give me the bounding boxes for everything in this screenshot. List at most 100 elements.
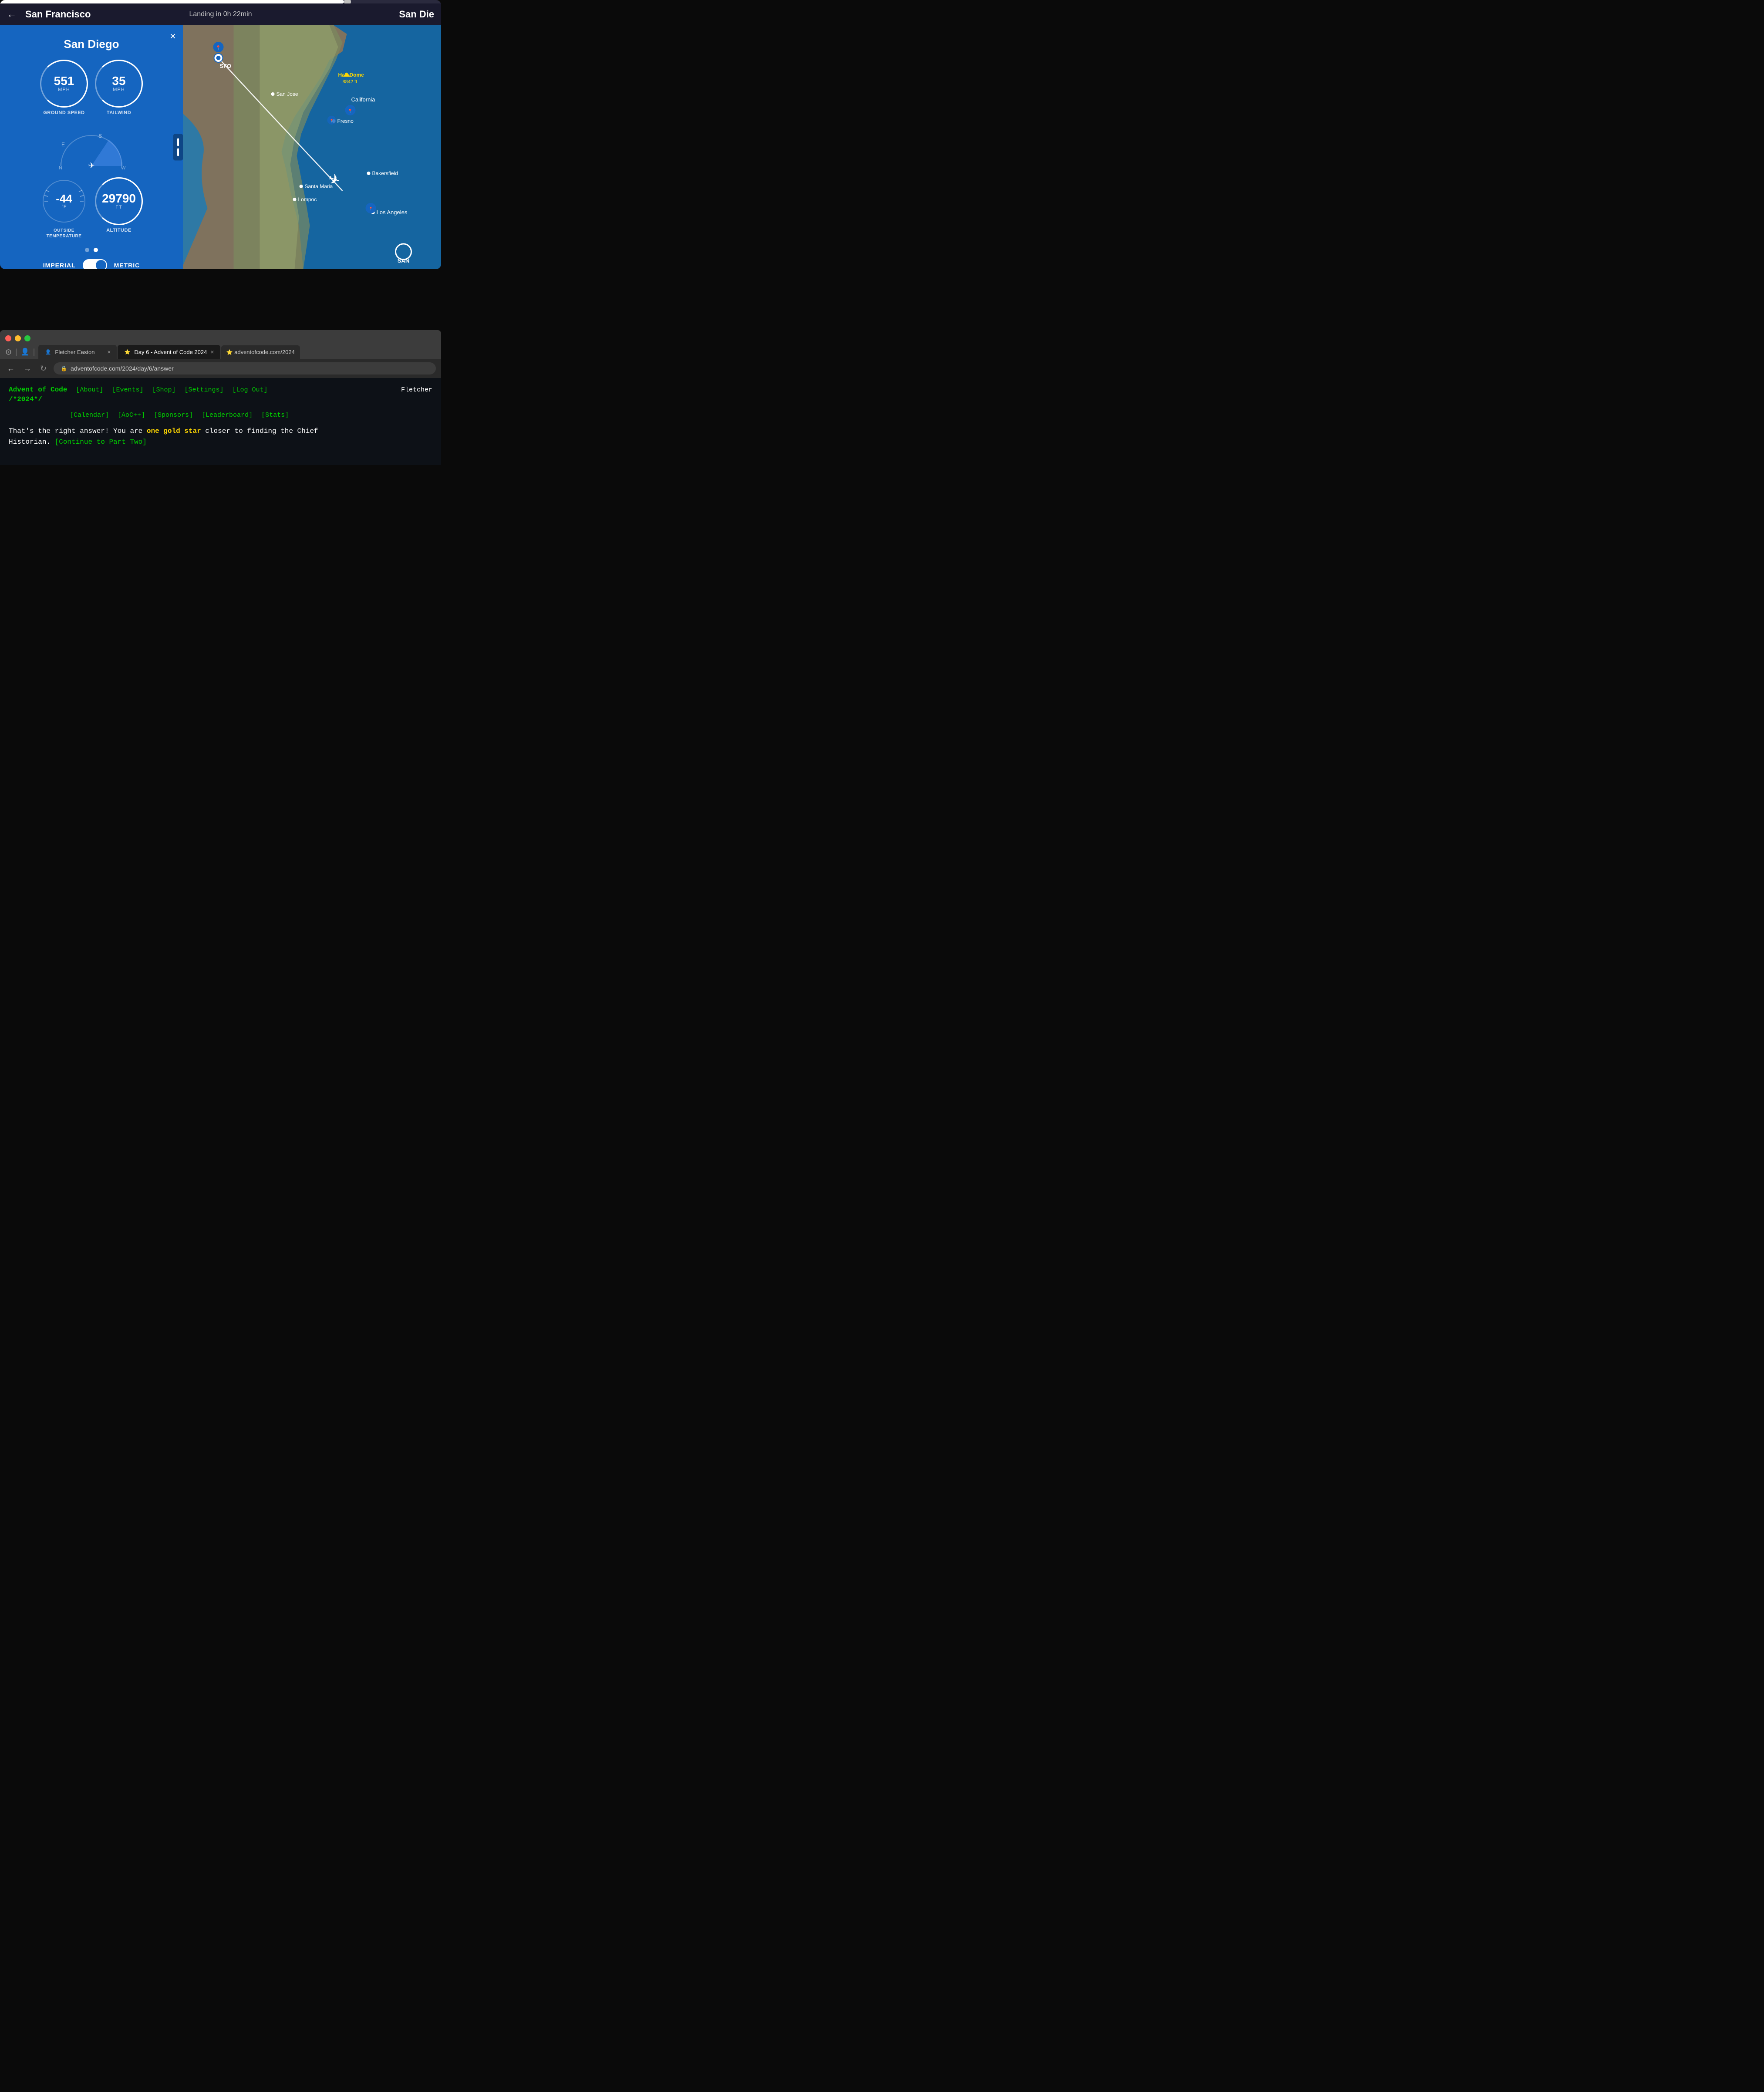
tab-1-close[interactable]: × [107, 348, 111, 355]
nav-forward-button[interactable]: → [22, 363, 33, 374]
svg-text:SAN: SAN [398, 257, 409, 264]
svg-text:E: E [61, 142, 65, 148]
nav-leaderboard[interactable]: [Leaderboard] [202, 412, 253, 419]
svg-text:N: N [59, 165, 62, 170]
address-bar-row: ← → ↻ 🔒 adventofcode.com/2024/day/6/answ… [0, 359, 441, 378]
profile-icon[interactable]: 👤 [21, 348, 30, 356]
speed-gauges-row: 551 MPH GROUND SPEED 35 MPH TAILWIND [40, 60, 143, 115]
dot-1[interactable] [85, 248, 89, 252]
site-brand: Advent of Code /*2024*/ [9, 385, 67, 405]
progress-bar-container [0, 0, 441, 3]
svg-text:California: California [351, 96, 376, 103]
site-nav-row-2: [Calendar] [AoC++] [Sponsors] [Leaderboa… [9, 412, 432, 419]
tab-overflow[interactable]: ⭐ adventofcode.com/2024 [221, 345, 300, 359]
altitude-value: 29790 [102, 192, 136, 205]
nav-aocpp[interactable]: [AoC++] [118, 412, 145, 419]
altitude-gauge: 29790 FT ALTITUDE [95, 177, 143, 239]
browser-chrome: ⊙ | 👤 | 👤 Fletcher Easton × ⭐ Day 6 - Ad… [0, 330, 441, 359]
nav-back-button[interactable]: ← [5, 363, 17, 374]
svg-text:SFO: SFO [220, 63, 232, 69]
traffic-light-red[interactable] [5, 335, 11, 341]
nav-calendar[interactable]: [Calendar] [70, 412, 109, 419]
svg-text:8842 ft: 8842 ft [343, 79, 358, 84]
tab-1-label: Fletcher Easton [55, 349, 104, 355]
browser-window: ⊙ | 👤 | 👤 Fletcher Easton × ⭐ Day 6 - Ad… [0, 330, 441, 465]
temperature-gauge: -44 °F OUTSIDETEMPERATURE [40, 177, 88, 239]
compass: E S ✈ N W [52, 122, 131, 170]
tailwind-label: TAILWIND [107, 110, 131, 115]
browser-toolbar: ⊙ | 👤 | 👤 Fletcher Easton × ⭐ Day 6 - Ad… [5, 345, 436, 359]
separator-2: | [33, 348, 35, 357]
pause-button[interactable] [173, 134, 183, 161]
nav-refresh-button[interactable]: ↻ [38, 363, 48, 374]
flight-header: ← San Francisco Landing in 0h 22min San … [0, 3, 441, 25]
traffic-lights [5, 334, 436, 341]
nav-settings[interactable]: [Settings] [184, 386, 223, 394]
altitude-gauge-circle: 29790 FT [95, 177, 143, 225]
pause-bar-left [177, 138, 179, 146]
ground-speed-value: 551 [54, 75, 74, 87]
tab-advent-of-code[interactable]: ⭐ Day 6 - Advent of Code 2024 × [118, 345, 220, 359]
temperature-gauge-circle: -44 °F [40, 177, 88, 225]
browser-tabs: 👤 Fletcher Easton × ⭐ Day 6 - Advent of … [38, 345, 300, 359]
tab-fletcher-easton[interactable]: 👤 Fletcher Easton × [38, 345, 117, 359]
svg-text:📍: 📍 [216, 45, 221, 51]
bottom-gauges-row: -44 °F OUTSIDETEMPERATURE 29790 FT ALTIT… [40, 177, 143, 239]
map-panel: 📍 SFO Half Dome 8842 ft California 📍 San… [183, 25, 441, 269]
svg-text:Los Angeles: Los Angeles [377, 209, 408, 216]
svg-text:W: W [121, 165, 126, 170]
github-icon[interactable]: ⊙ [5, 348, 12, 357]
svg-text:📍: 📍 [330, 118, 334, 123]
nav-logout[interactable]: [Log Out] [232, 386, 267, 394]
nav-sponsors[interactable]: [Sponsors] [154, 412, 193, 419]
lock-icon: 🔒 [61, 365, 67, 371]
tab-1-favicon: 👤 [44, 348, 51, 355]
metric-label: METRIC [114, 262, 140, 269]
tab-2-close[interactable]: × [210, 348, 214, 355]
separator-1: | [15, 348, 17, 357]
ground-speed-unit: MPH [58, 87, 70, 92]
tab-3-favicon: ⭐ [226, 349, 233, 355]
toggle-knob [96, 260, 106, 269]
continue-link[interactable]: [Continue to Part Two] [55, 438, 147, 446]
back-button[interactable]: ← [7, 9, 17, 20]
svg-text:📍: 📍 [348, 108, 353, 113]
destination-title: San Diego [64, 37, 119, 51]
close-button[interactable]: × [170, 30, 176, 43]
ground-speed-circle: 551 MPH [40, 60, 88, 108]
pause-bar-right [177, 148, 179, 156]
gold-star-text: one gold star [147, 427, 201, 435]
tailwind-value: 35 [112, 75, 125, 87]
unit-toggle-switch[interactable] [83, 259, 107, 269]
traffic-light-green[interactable] [24, 335, 30, 341]
nav-events[interactable]: [Events] [112, 386, 143, 394]
ground-speed-gauge: 551 MPH GROUND SPEED [40, 60, 88, 115]
flight-origin: San Francisco [25, 9, 91, 20]
svg-text:Half Dome: Half Dome [338, 72, 364, 78]
svg-text:Lompoc: Lompoc [298, 196, 317, 202]
progress-bar-fill [0, 0, 344, 3]
tailwind-gauge: 35 MPH TAILWIND [95, 60, 143, 115]
tab-3-label: adventofcode.com/2024 [234, 349, 295, 355]
nav-shop[interactable]: [Shop] [152, 386, 175, 394]
svg-text:✈: ✈ [88, 161, 94, 170]
result-line1-suffix: closer to finding the Chief [201, 427, 318, 435]
unit-toggle-row: IMPERIAL METRIC [43, 259, 140, 269]
temperature-unit: °F [61, 204, 66, 209]
nav-about[interactable]: [About] [76, 386, 103, 394]
brand-line2: /*2024*/ [9, 395, 42, 403]
traffic-light-yellow[interactable] [15, 335, 21, 341]
address-bar[interactable]: 🔒 adventofcode.com/2024/day/6/answer [54, 362, 436, 375]
map-svg: 📍 SFO Half Dome 8842 ft California 📍 San… [183, 25, 441, 269]
nav-stats[interactable]: [Stats] [261, 412, 289, 419]
flight-panel: × San Diego 551 MPH GROUND SPEED 35 MPH [0, 25, 183, 269]
dot-2-active[interactable] [94, 248, 98, 252]
result-text: That's the right answer! You are one gol… [9, 426, 432, 448]
nav-user: Fletcher [401, 386, 432, 394]
temperature-value-container: -44 °F [56, 193, 72, 209]
svg-text:Fresno: Fresno [337, 118, 354, 124]
imperial-label: IMPERIAL [43, 262, 76, 269]
browser-content: Advent of Code /*2024*/ [About] [Events]… [0, 378, 441, 465]
svg-text:S: S [98, 133, 102, 139]
flight-destination-header: San Die [399, 9, 434, 20]
